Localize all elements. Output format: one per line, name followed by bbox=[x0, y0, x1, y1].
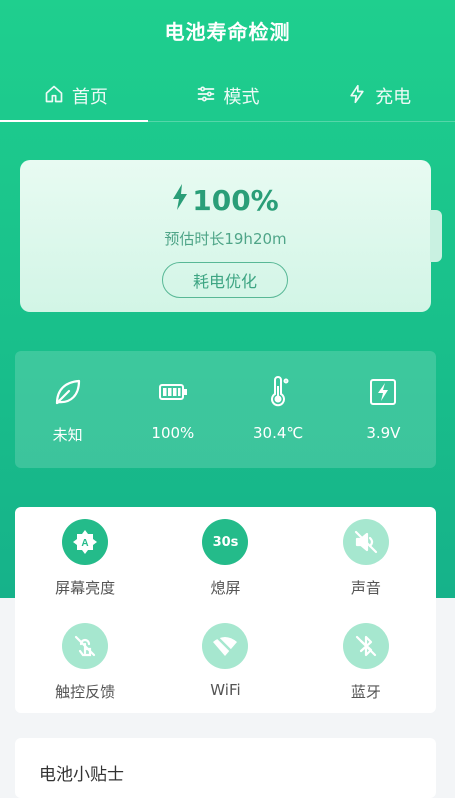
stat-level: 100% bbox=[120, 351, 225, 468]
tab-charge-label: 充电 bbox=[375, 87, 412, 108]
screen-timeout-label: 熄屏 bbox=[210, 579, 241, 597]
home-icon bbox=[44, 84, 64, 109]
bluetooth-toggle[interactable]: 蓝牙 bbox=[296, 611, 436, 713]
tab-mode[interactable]: 模式 bbox=[152, 70, 304, 122]
battery-stats: 未知 100% 30.4℃ 3.9V bbox=[15, 351, 436, 468]
optimize-button[interactable]: 耗电优化 bbox=[162, 262, 288, 298]
tips-title: 电池小贴士 bbox=[39, 765, 124, 785]
touch-feedback-label: 触控反馈 bbox=[55, 683, 116, 701]
tab-bar: 首页 模式 充电 bbox=[0, 70, 455, 122]
battery-tips-card[interactable]: 电池小贴士 bbox=[15, 738, 436, 798]
stat-level-value: 100% bbox=[151, 424, 195, 442]
wifi-off-icon bbox=[202, 623, 249, 669]
battery-level: 100% bbox=[20, 184, 431, 217]
sound-label: 声音 bbox=[350, 579, 381, 597]
active-tab-indicator bbox=[0, 120, 148, 122]
bolt-icon bbox=[347, 84, 367, 109]
sliders-icon bbox=[196, 84, 216, 109]
stat-temperature: 30.4℃ bbox=[226, 351, 331, 468]
stat-temperature-value: 30.4℃ bbox=[253, 424, 304, 442]
quick-settings-panel: A 屏幕亮度 30s 熄屏 声音 触控反馈 WiFi 蓝牙 bbox=[15, 507, 436, 713]
stat-voltage-value: 3.9V bbox=[366, 424, 401, 442]
battery-cap bbox=[430, 210, 442, 262]
estimated-time: 预估时长19h20m bbox=[164, 230, 287, 248]
battery-status-card: 100% 预估时长19h20m 耗电优化 bbox=[20, 160, 431, 312]
battery-icon bbox=[157, 376, 189, 408]
screen-timeout-toggle[interactable]: 30s 熄屏 bbox=[155, 507, 295, 611]
charging-bolt-icon bbox=[172, 184, 188, 217]
volume-off-icon bbox=[342, 519, 389, 565]
wifi-toggle[interactable]: WiFi bbox=[155, 611, 295, 713]
tab-home-label: 首页 bbox=[71, 87, 108, 108]
bluetooth-off-icon bbox=[342, 623, 389, 669]
bluetooth-label: 蓝牙 bbox=[350, 683, 381, 701]
tab-charge[interactable]: 充电 bbox=[303, 70, 455, 122]
touch-icon bbox=[62, 623, 109, 669]
sound-toggle[interactable]: 声音 bbox=[296, 507, 436, 611]
wifi-label: WiFi bbox=[210, 681, 241, 699]
svg-text:A: A bbox=[82, 538, 89, 549]
brightness-toggle[interactable]: A 屏幕亮度 bbox=[15, 507, 155, 611]
voltage-icon bbox=[367, 376, 399, 408]
timeout-value: 30s bbox=[212, 534, 239, 550]
stat-health-value: 未知 bbox=[52, 426, 83, 444]
tab-home[interactable]: 首页 bbox=[0, 70, 152, 122]
app-title: 电池寿命检测 bbox=[164, 20, 291, 44]
touch-feedback-toggle[interactable]: 触控反馈 bbox=[15, 611, 155, 713]
thermometer-icon bbox=[262, 376, 294, 408]
stat-health: 未知 bbox=[15, 351, 120, 468]
timer-icon: 30s bbox=[202, 519, 249, 565]
leaf-icon bbox=[52, 376, 84, 408]
stat-voltage: 3.9V bbox=[331, 351, 436, 468]
brightness-auto-icon: A bbox=[62, 519, 109, 565]
brightness-label: 屏幕亮度 bbox=[55, 579, 116, 597]
tab-mode-label: 模式 bbox=[223, 87, 260, 108]
battery-level-text: 100% bbox=[192, 184, 279, 217]
